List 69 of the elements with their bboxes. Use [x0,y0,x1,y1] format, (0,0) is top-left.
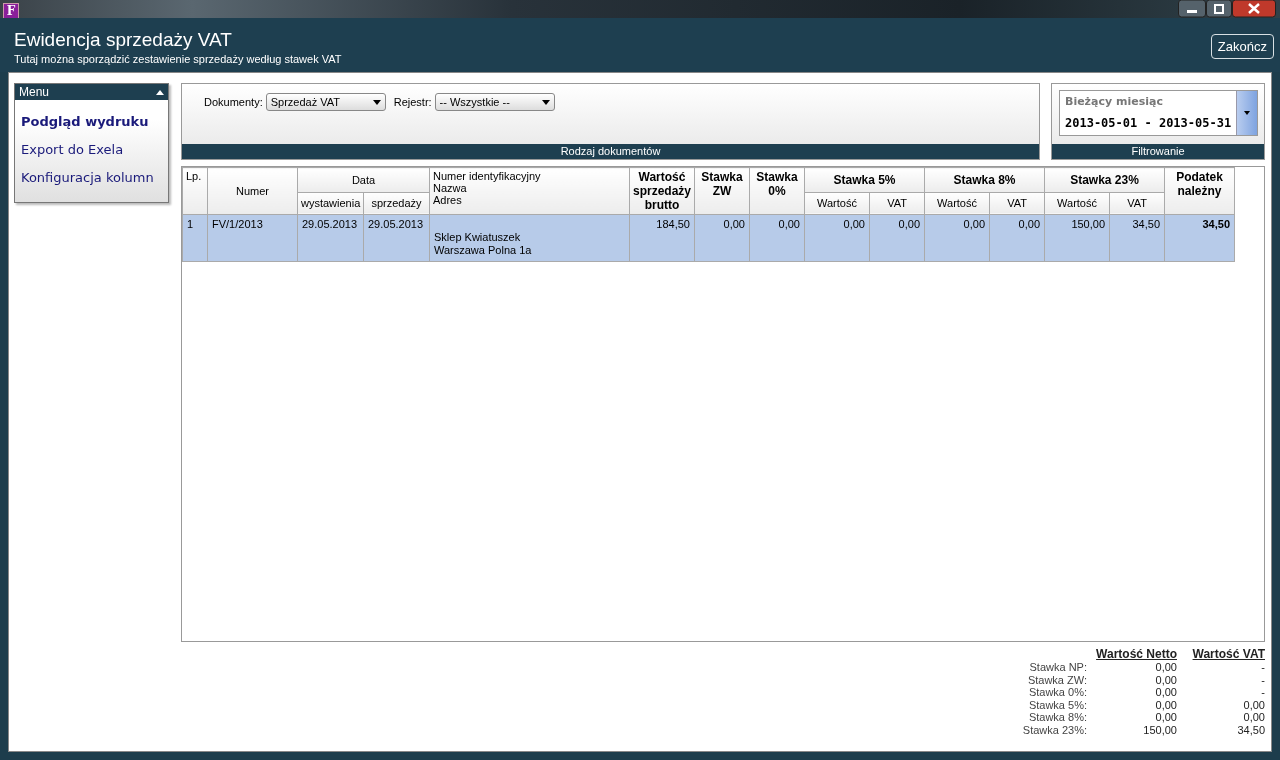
dropdown[interactable]: -- Wszystkie -- [434,93,555,111]
table-cell: 29.05.2013 [297,214,364,262]
table-cell: 0,00 [694,214,750,262]
summary-header: Wartość Netto [1095,647,1177,661]
table-cell: 34,50 [1164,214,1235,262]
column-header: Numer [207,167,298,215]
summary-value: 150,00 [1142,723,1177,736]
summary-label: Stawka 0%: [1027,686,1087,699]
restore-icon[interactable] [1206,0,1232,18]
table-cell: 150,00 [1044,214,1110,262]
column-header: Data [297,167,430,193]
table-cell: 0,00 [989,214,1045,262]
summary-label: Stawka ZW: [1026,673,1087,686]
caret-icon [1244,111,1251,115]
summary-header: Wartość VAT [1191,647,1265,661]
table-cell: 34,50 [1109,214,1165,262]
summary-value: 0,00 [1154,686,1177,699]
table-cell: 29.05.2013 [363,214,430,262]
summary-value: - [1260,673,1265,686]
summary-label: Stawka 8%: [1027,711,1087,724]
column-header: Stawka 5% [804,167,925,193]
table-cell: Sklep Kwiatuszek Warszawa Polna 1a [429,214,630,262]
minimize-icon[interactable] [1178,0,1206,18]
menu-item[interactable]: Podgląd wydruku [15,108,168,136]
summary-value: 0,00 [1242,711,1265,724]
close-icon[interactable] [1232,0,1276,18]
page-title: Ewidencja sprzedaży VAT [14,29,233,51]
summary-value: 0,00 [1154,711,1177,724]
column-header: Podatek należny [1164,167,1235,215]
column-header: Stawka 23% [1044,167,1165,193]
table-cell: FV/1/2013 [207,214,298,262]
table-cell: 0,00 [749,214,805,262]
caret-icon [541,99,550,105]
caret-icon [372,99,381,105]
summary-value: - [1260,686,1265,699]
table-cell: 0,00 [869,214,925,262]
menu-item[interactable]: Export do Exela [15,136,168,164]
column-header: Stawka 8% [924,167,1045,193]
panel-footer: Rodzaj dokumentów [182,144,1039,159]
summary-value: 0,00 [1242,698,1265,711]
table-cell: 1 [182,214,208,262]
summary-label: Stawka NP: [1028,661,1087,674]
column-header: Numer identyfikacyjny Nazwa Adres [429,167,630,215]
table-row[interactable]: 1 FV/1/2013 29.05.2013 29.05.2013 Sklep Kwiatuszek Warszawa Polna 1a 184,50 0,00 0,00 0,00 0,00 0,00 0,00 150,00 34,50 34,50 [182,214,1235,262]
collapse-icon[interactable] [156,89,164,95]
app-logo: F [3,3,19,19]
filter-label: Rejestr: [393,96,432,108]
close-button[interactable]: Zakończ [1210,34,1274,59]
column-header: Stawka ZW [694,167,750,215]
period-selector[interactable]: Bieżący miesiąc 2013-05-01 - 2013-05-31 [1059,90,1258,136]
summary-label: Stawka 5%: [1027,698,1087,711]
table-cell: 184,50 [629,214,695,262]
summary-value: 0,00 [1154,661,1177,674]
summary-value: 0,00 [1154,698,1177,711]
summary-value: - [1260,661,1265,674]
column-header: Stawka 0% [749,167,805,215]
summary-value: 34,50 [1236,723,1265,736]
panel-footer: Filtrowanie [1052,144,1264,159]
summary-label: Stawka 23%: [1022,723,1087,736]
dropdown[interactable]: Sprzedaż VAT [265,93,386,111]
filter-label: Dokumenty: [204,96,263,108]
column-header: Lp. [182,167,208,215]
page-subtitle: Tutaj można sporządzić zestawienie sprzedaży według stawek VAT [14,53,342,65]
menu-title: Menu [19,85,50,99]
summary-value: 0,00 [1154,673,1177,686]
menu-item[interactable]: Konfiguracja kolumn [15,164,168,192]
column-header: Wartość sprzedaży brutto [629,167,695,215]
table-cell: 0,00 [804,214,870,262]
table-cell: 0,00 [924,214,990,262]
